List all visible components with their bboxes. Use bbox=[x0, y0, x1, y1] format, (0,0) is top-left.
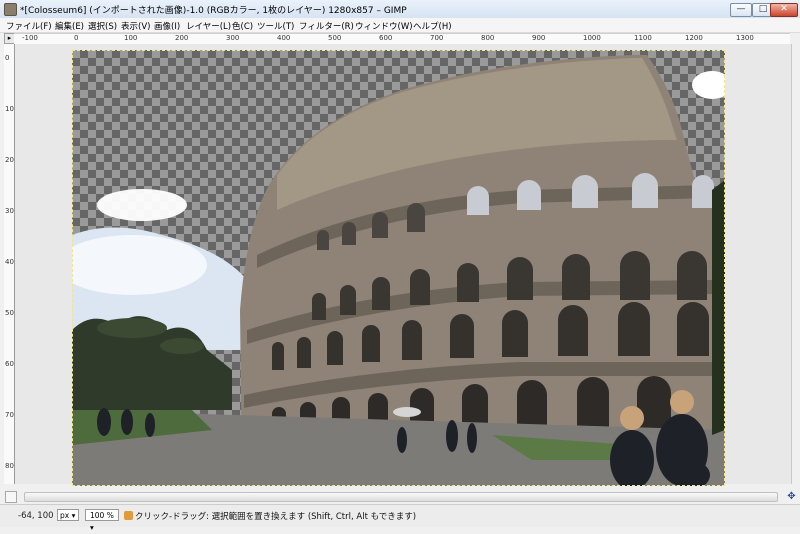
ruler-label: 300 bbox=[5, 207, 14, 215]
ruler-label: 800 bbox=[5, 462, 14, 470]
ruler-label: 100 bbox=[124, 34, 138, 42]
close-button[interactable]: ✕ bbox=[770, 3, 798, 17]
horizontal-scroll-row bbox=[0, 490, 800, 503]
menu-image[interactable]: 画像(I) bbox=[154, 20, 180, 32]
ruler-label: 500 bbox=[5, 309, 14, 317]
colosseum-image[interactable] bbox=[72, 50, 725, 486]
ruler-label: 600 bbox=[5, 360, 14, 368]
ruler-label: 1300 bbox=[736, 34, 754, 42]
navigate-icon[interactable]: ✥ bbox=[786, 491, 797, 502]
status-bar: -64, 100 px ▾ 100 % ▾ クリック-ドラッグ: 選択範囲を置き… bbox=[0, 504, 800, 532]
menu-filters[interactable]: フィルター(R) bbox=[299, 20, 354, 32]
window-title: *[Colosseum6] (インポートされた画像)-1.0 (RGBカラー, … bbox=[20, 6, 407, 16]
ruler-label: 200 bbox=[175, 34, 189, 42]
menu-layer[interactable]: レイヤー(L) bbox=[186, 20, 231, 32]
vertical-scrollbar[interactable] bbox=[791, 44, 800, 484]
menu-edit[interactable]: 編集(E) bbox=[55, 20, 84, 32]
unit-value: px bbox=[60, 511, 70, 520]
menu-bar: ファイル(F) 編集(E) 選択(S) 表示(V) 画像(I) レイヤー(L) … bbox=[0, 18, 800, 33]
vertical-ruler[interactable]: 0 100 200 300 400 500 600 700 800 bbox=[4, 44, 15, 484]
menu-help[interactable]: ヘルプ(H) bbox=[413, 20, 452, 32]
ruler-label: 1100 bbox=[634, 34, 652, 42]
unit-select[interactable]: px ▾ bbox=[57, 509, 79, 521]
pointer-coordinates: -64, 100 bbox=[18, 511, 54, 521]
ruler-label: 0 bbox=[5, 54, 10, 62]
menu-view[interactable]: 表示(V) bbox=[121, 20, 150, 32]
minimize-button[interactable]: — bbox=[730, 3, 752, 17]
ruler-label: 700 bbox=[5, 411, 14, 419]
colosseum-photo bbox=[72, 55, 725, 486]
toggle-menu-button[interactable] bbox=[5, 491, 17, 503]
ruler-label: 1000 bbox=[583, 34, 601, 42]
ruler-label: 0 bbox=[74, 34, 79, 42]
select-tool-icon bbox=[124, 511, 133, 520]
image-canvas[interactable] bbox=[15, 44, 791, 486]
ruler-label: -100 bbox=[22, 34, 38, 42]
menu-tools[interactable]: ツール(T) bbox=[257, 20, 294, 32]
ruler-label: 900 bbox=[532, 34, 546, 42]
menu-file[interactable]: ファイル(F) bbox=[6, 20, 52, 32]
ruler-label: 800 bbox=[481, 34, 495, 42]
menu-colors[interactable]: 色(C) bbox=[232, 20, 253, 32]
menu-select[interactable]: 選択(S) bbox=[88, 20, 117, 32]
ruler-label: 400 bbox=[5, 258, 14, 266]
ruler-label: 500 bbox=[328, 34, 342, 42]
ruler-label: 300 bbox=[226, 34, 240, 42]
zoom-value: 100 % bbox=[90, 511, 114, 520]
title-bar: *[Colosseum6] (インポートされた画像)-1.0 (RGBカラー, … bbox=[0, 0, 800, 19]
gimp-icon bbox=[4, 3, 17, 16]
ruler-label: 1200 bbox=[685, 34, 703, 42]
zoom-select[interactable]: 100 % ▾ bbox=[85, 509, 119, 532]
scroll-thumb[interactable] bbox=[25, 493, 777, 501]
horizontal-scrollbar[interactable] bbox=[24, 492, 778, 502]
ruler-label: 700 bbox=[430, 34, 444, 42]
status-message-text: クリック-ドラッグ: 選択範囲を置き換えます (Shift, Ctrl, Alt… bbox=[135, 512, 417, 522]
ruler-label: 400 bbox=[277, 34, 291, 42]
ruler-label: 100 bbox=[5, 105, 14, 113]
status-message: クリック-ドラッグ: 選択範囲を置き換えます (Shift, Ctrl, Alt… bbox=[124, 510, 416, 522]
ruler-label: 600 bbox=[379, 34, 393, 42]
menu-windows[interactable]: ウィンドウ(W) bbox=[355, 20, 413, 32]
ruler-label: 200 bbox=[5, 156, 14, 164]
